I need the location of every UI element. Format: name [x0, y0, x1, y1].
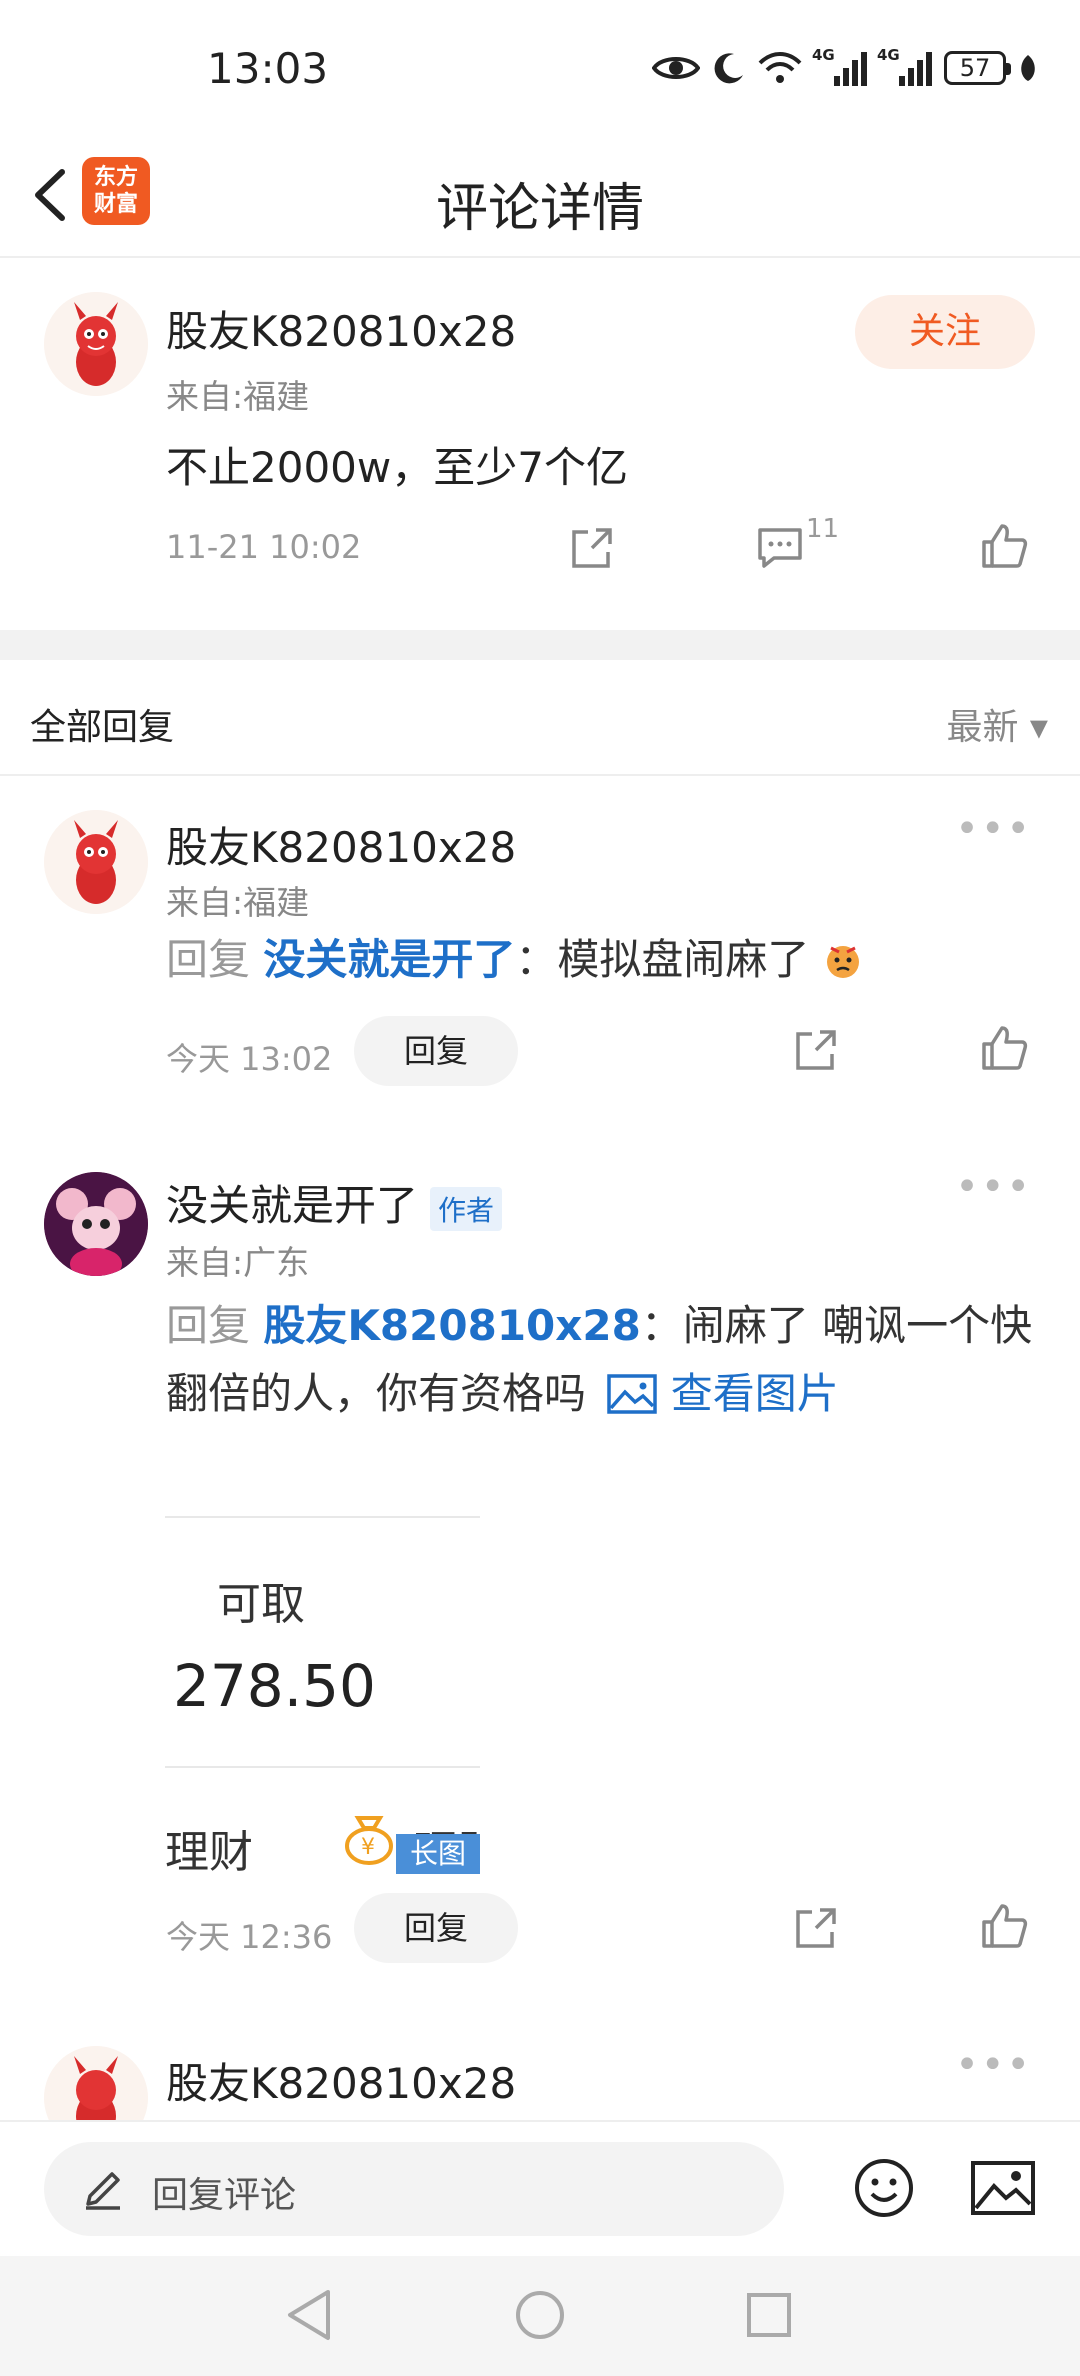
pencil-icon: [86, 2172, 120, 2210]
user-location: 来自:福建: [166, 377, 310, 416]
status-icons: 4G 4G 57: [652, 46, 1038, 90]
moon-icon: [714, 53, 743, 84]
finance-label: 理财: [165, 1827, 253, 1878]
comment-icon: [758, 528, 802, 568]
user-location: 来自:福建: [166, 883, 310, 922]
dragon-avatar-icon: [44, 810, 148, 914]
user-location: 来自:广东: [166, 1243, 310, 1282]
reply-to-user-link[interactable]: 没关就是开了: [263, 935, 515, 984]
thumbs-up-icon: [982, 1904, 1028, 1948]
emoji-icon[interactable]: [852, 2156, 916, 2220]
reply-item: 没关就是开了 作者 ••• 来自:广东 回复 股友K820810x28：闹麻了 嘲…: [0, 1136, 1080, 1996]
comment-time: 11-21 10:02: [166, 528, 362, 566]
nav-back-icon[interactable]: [284, 2288, 334, 2342]
like-button[interactable]: [980, 1902, 1028, 1950]
section-divider: [0, 630, 1080, 660]
share-button[interactable]: [568, 524, 616, 572]
comment-button[interactable]: [756, 524, 804, 572]
image-icon: [607, 1374, 658, 1414]
battery-indicator: 57: [944, 51, 1011, 85]
more-options-icon[interactable]: •••: [955, 806, 1032, 852]
page-title: 评论详情: [435, 179, 644, 239]
dragon-avatar-icon: [44, 2046, 148, 2120]
nav-recents-icon[interactable]: [746, 2292, 792, 2338]
share-icon: [796, 1030, 836, 1070]
reply-item: 股友K820810x28 ••• 来自:福建 回复 没关就是开了：模拟盘闹麻了 …: [0, 776, 1080, 1116]
status-bar: 13:03 4G 4G 57: [0, 0, 1080, 140]
avatar[interactable]: [44, 2046, 148, 2120]
comment-input-bar: 回复评论: [0, 2120, 1080, 2256]
main-comment: 股友K820810x28 来自:福建 关注 不止2000w，至少7个亿 11-2…: [0, 258, 1080, 630]
avatar[interactable]: [44, 292, 148, 396]
withdrawable-label: 可取: [217, 1579, 305, 1630]
username[interactable]: 股友K820810x28: [166, 814, 516, 875]
reply-button[interactable]: 回复: [354, 1016, 518, 1086]
more-options-icon[interactable]: •••: [955, 1164, 1032, 1210]
share-button[interactable]: [792, 1904, 840, 1952]
reply-text: 回复 没关就是开了：模拟盘闹麻了: [166, 926, 1046, 994]
status-time: 13:03: [207, 44, 329, 93]
angry-face-emoji-icon: [826, 946, 859, 978]
username[interactable]: 股友K820810x28: [166, 298, 516, 359]
reply-button[interactable]: 回复: [354, 1893, 518, 1963]
replies-header: 全部回复 最新 ▾: [0, 660, 1080, 776]
input-placeholder: 回复评论: [152, 2175, 297, 2216]
reply-time: 今天 13:02: [166, 1040, 333, 1078]
share-button[interactable]: [792, 1026, 840, 1074]
more-options-icon[interactable]: •••: [955, 2042, 1032, 2088]
thumbs-up-icon: [982, 524, 1028, 568]
signal-icon-2: 4G: [877, 46, 932, 86]
reply-count: 11: [806, 514, 840, 544]
all-replies-title: 全部回复: [30, 707, 175, 748]
dragon-avatar-icon: [44, 292, 148, 396]
image-divider: [165, 1766, 480, 1768]
sort-dropdown[interactable]: 最新 ▾: [946, 698, 1048, 750]
reply-to-user-link[interactable]: 股友K820810x28: [263, 1301, 640, 1350]
image-upload-icon[interactable]: [970, 2160, 1036, 2216]
like-button[interactable]: [980, 522, 1028, 570]
svg-text:¥: ¥: [361, 1835, 375, 1860]
signal-icon: 4G: [812, 46, 867, 86]
avatar[interactable]: [44, 810, 148, 914]
share-icon: [572, 528, 612, 568]
follow-button[interactable]: 关注: [855, 295, 1035, 369]
leaf-icon: [1021, 55, 1035, 81]
withdrawable-amount: 278.50: [173, 1652, 376, 1720]
like-button[interactable]: [980, 1024, 1028, 1072]
long-image-badge: 长图: [396, 1834, 480, 1874]
nav-home-icon[interactable]: [514, 2289, 566, 2341]
thumbs-up-icon: [982, 1026, 1028, 1070]
nav-header: 东方 财富 评论详情: [0, 140, 1080, 258]
reply-time: 今天 12:36: [166, 1918, 333, 1956]
username[interactable]: 没关就是开了 作者: [166, 1172, 503, 1233]
wifi-icon: [758, 52, 802, 83]
comment-text: 不止2000w，至少7个亿: [166, 443, 628, 492]
avatar[interactable]: [44, 1172, 148, 1276]
reply-text: 回复 股友K820810x28：闹麻了 嘲讽一个快 翻倍的人，你有资格吗 查看图…: [166, 1301, 1033, 1418]
reply-image-preview[interactable]: 可取 278.50: [165, 1430, 495, 1880]
money-bag-icon: ¥: [345, 1816, 393, 1865]
system-nav-bar: [0, 2256, 1080, 2376]
share-icon: [796, 1908, 836, 1948]
reply-comment-input[interactable]: 回复评论: [44, 2142, 784, 2236]
author-badge: 作者: [430, 1186, 503, 1231]
image-divider: [165, 1516, 480, 1518]
view-image-link[interactable]: 查看图片: [671, 1369, 839, 1418]
mouse-avatar-icon: [44, 1172, 148, 1276]
reply-item: 股友K820810x28 •••: [0, 2010, 1080, 2120]
eye-icon: [652, 57, 700, 79]
username[interactable]: 股友K820810x28: [166, 2050, 516, 2111]
